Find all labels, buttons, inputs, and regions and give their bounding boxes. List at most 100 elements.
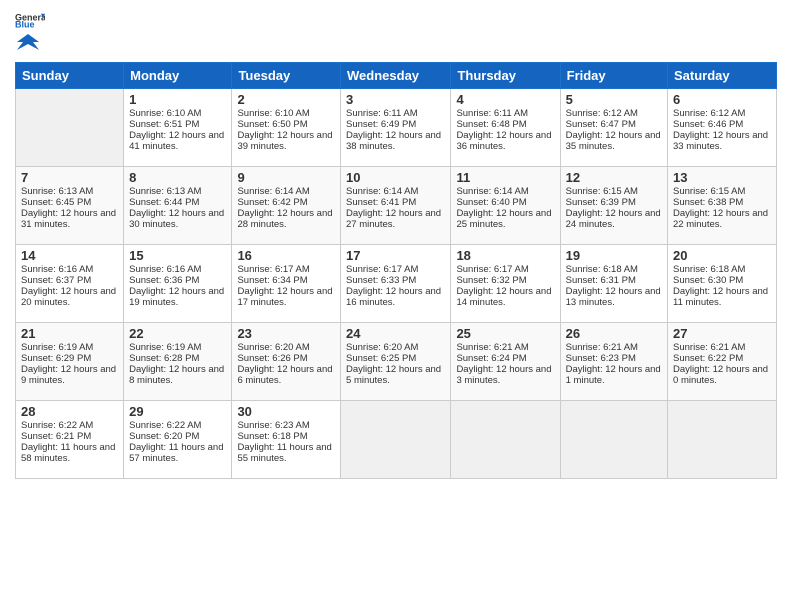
sunset-text: Sunset: 6:49 PM <box>346 119 416 130</box>
daylight-label: Daylight: 11 hours and 55 minutes. <box>237 442 331 464</box>
sunrise-text: Sunrise: 6:16 AM <box>21 264 93 275</box>
sunrise-text: Sunrise: 6:12 AM <box>566 108 638 119</box>
sunset-text: Sunset: 6:23 PM <box>566 353 636 364</box>
calendar-cell: 18Sunrise: 6:17 AMSunset: 6:32 PMDayligh… <box>451 245 560 323</box>
sunset-text: Sunset: 6:20 PM <box>129 431 199 442</box>
daylight-label: Daylight: 12 hours and 20 minutes. <box>21 286 116 308</box>
sunset-text: Sunset: 6:36 PM <box>129 275 199 286</box>
daylight-label: Daylight: 12 hours and 17 minutes. <box>237 286 332 308</box>
daylight-label: Daylight: 12 hours and 3 minutes. <box>456 364 551 386</box>
sunrise-text: Sunrise: 6:10 AM <box>129 108 201 119</box>
calendar-cell: 2Sunrise: 6:10 AMSunset: 6:50 PMDaylight… <box>232 89 341 167</box>
sunset-text: Sunset: 6:22 PM <box>673 353 743 364</box>
sunrise-text: Sunrise: 6:17 AM <box>237 264 309 275</box>
sunset-text: Sunset: 6:38 PM <box>673 197 743 208</box>
daylight-label: Daylight: 12 hours and 8 minutes. <box>129 364 224 386</box>
day-header-friday: Friday <box>560 63 667 89</box>
day-number: 19 <box>566 248 662 263</box>
daylight-label: Daylight: 12 hours and 5 minutes. <box>346 364 441 386</box>
daylight-label: Daylight: 12 hours and 9 minutes. <box>21 364 116 386</box>
sunrise-text: Sunrise: 6:14 AM <box>456 186 528 197</box>
day-number: 28 <box>21 404 118 419</box>
calendar-cell <box>560 401 667 479</box>
daylight-label: Daylight: 11 hours and 57 minutes. <box>129 442 223 464</box>
sunset-text: Sunset: 6:21 PM <box>21 431 91 442</box>
day-header-saturday: Saturday <box>668 63 777 89</box>
calendar-cell: 28Sunrise: 6:22 AMSunset: 6:21 PMDayligh… <box>16 401 124 479</box>
calendar-week-row: 1Sunrise: 6:10 AMSunset: 6:51 PMDaylight… <box>16 89 777 167</box>
day-number: 30 <box>237 404 335 419</box>
day-number: 3 <box>346 92 445 107</box>
daylight-label: Daylight: 12 hours and 33 minutes. <box>673 130 768 152</box>
sunset-text: Sunset: 6:30 PM <box>673 275 743 286</box>
day-header-tuesday: Tuesday <box>232 63 341 89</box>
daylight-label: Daylight: 12 hours and 25 minutes. <box>456 208 551 230</box>
calendar-cell: 12Sunrise: 6:15 AMSunset: 6:39 PMDayligh… <box>560 167 667 245</box>
page: General Blue SundayMondayTuesdayWednesda… <box>0 0 792 612</box>
sunrise-text: Sunrise: 6:15 AM <box>673 186 745 197</box>
calendar-week-row: 7Sunrise: 6:13 AMSunset: 6:45 PMDaylight… <box>16 167 777 245</box>
calendar-cell: 19Sunrise: 6:18 AMSunset: 6:31 PMDayligh… <box>560 245 667 323</box>
daylight-label: Daylight: 12 hours and 38 minutes. <box>346 130 441 152</box>
day-number: 15 <box>129 248 226 263</box>
day-header-monday: Monday <box>124 63 232 89</box>
day-number: 2 <box>237 92 335 107</box>
logo-text <box>15 32 41 54</box>
calendar-cell <box>16 89 124 167</box>
daylight-label: Daylight: 12 hours and 28 minutes. <box>237 208 332 230</box>
daylight-label: Daylight: 12 hours and 41 minutes. <box>129 130 224 152</box>
calendar-cell: 17Sunrise: 6:17 AMSunset: 6:33 PMDayligh… <box>341 245 451 323</box>
daylight-label: Daylight: 12 hours and 31 minutes. <box>21 208 116 230</box>
day-number: 11 <box>456 170 554 185</box>
sunrise-text: Sunrise: 6:17 AM <box>346 264 418 275</box>
day-header-wednesday: Wednesday <box>341 63 451 89</box>
calendar-table: SundayMondayTuesdayWednesdayThursdayFrid… <box>15 62 777 479</box>
calendar-cell: 4Sunrise: 6:11 AMSunset: 6:48 PMDaylight… <box>451 89 560 167</box>
sunrise-text: Sunrise: 6:20 AM <box>237 342 309 353</box>
calendar-cell <box>341 401 451 479</box>
calendar-cell: 29Sunrise: 6:22 AMSunset: 6:20 PMDayligh… <box>124 401 232 479</box>
day-number: 9 <box>237 170 335 185</box>
calendar-cell: 8Sunrise: 6:13 AMSunset: 6:44 PMDaylight… <box>124 167 232 245</box>
day-number: 7 <box>21 170 118 185</box>
sunrise-text: Sunrise: 6:18 AM <box>566 264 638 275</box>
daylight-label: Daylight: 11 hours and 58 minutes. <box>21 442 115 464</box>
daylight-label: Daylight: 12 hours and 39 minutes. <box>237 130 332 152</box>
sunrise-text: Sunrise: 6:20 AM <box>346 342 418 353</box>
daylight-label: Daylight: 12 hours and 16 minutes. <box>346 286 441 308</box>
calendar-cell: 15Sunrise: 6:16 AMSunset: 6:36 PMDayligh… <box>124 245 232 323</box>
day-header-thursday: Thursday <box>451 63 560 89</box>
sunrise-text: Sunrise: 6:21 AM <box>673 342 745 353</box>
sunrise-text: Sunrise: 6:12 AM <box>673 108 745 119</box>
sunset-text: Sunset: 6:28 PM <box>129 353 199 364</box>
calendar-week-row: 28Sunrise: 6:22 AMSunset: 6:21 PMDayligh… <box>16 401 777 479</box>
sunrise-text: Sunrise: 6:10 AM <box>237 108 309 119</box>
calendar-cell: 25Sunrise: 6:21 AMSunset: 6:24 PMDayligh… <box>451 323 560 401</box>
sunrise-text: Sunrise: 6:19 AM <box>21 342 93 353</box>
calendar-cell: 27Sunrise: 6:21 AMSunset: 6:22 PMDayligh… <box>668 323 777 401</box>
sunrise-text: Sunrise: 6:16 AM <box>129 264 201 275</box>
day-number: 22 <box>129 326 226 341</box>
sunset-text: Sunset: 6:25 PM <box>346 353 416 364</box>
sunrise-text: Sunrise: 6:17 AM <box>456 264 528 275</box>
sunrise-text: Sunrise: 6:18 AM <box>673 264 745 275</box>
sunset-text: Sunset: 6:42 PM <box>237 197 307 208</box>
sunset-text: Sunset: 6:24 PM <box>456 353 526 364</box>
sunrise-text: Sunrise: 6:15 AM <box>566 186 638 197</box>
logo-icon: General Blue <box>15 10 45 30</box>
day-number: 23 <box>237 326 335 341</box>
sunset-text: Sunset: 6:37 PM <box>21 275 91 286</box>
sunset-text: Sunset: 6:40 PM <box>456 197 526 208</box>
daylight-label: Daylight: 12 hours and 36 minutes. <box>456 130 551 152</box>
sunset-text: Sunset: 6:32 PM <box>456 275 526 286</box>
calendar-cell: 6Sunrise: 6:12 AMSunset: 6:46 PMDaylight… <box>668 89 777 167</box>
calendar-cell <box>668 401 777 479</box>
header: General Blue <box>15 10 777 54</box>
calendar-cell: 22Sunrise: 6:19 AMSunset: 6:28 PMDayligh… <box>124 323 232 401</box>
calendar-week-row: 21Sunrise: 6:19 AMSunset: 6:29 PMDayligh… <box>16 323 777 401</box>
daylight-label: Daylight: 12 hours and 13 minutes. <box>566 286 661 308</box>
daylight-label: Daylight: 12 hours and 35 minutes. <box>566 130 661 152</box>
calendar-cell: 9Sunrise: 6:14 AMSunset: 6:42 PMDaylight… <box>232 167 341 245</box>
day-number: 10 <box>346 170 445 185</box>
sunrise-text: Sunrise: 6:11 AM <box>456 108 528 119</box>
